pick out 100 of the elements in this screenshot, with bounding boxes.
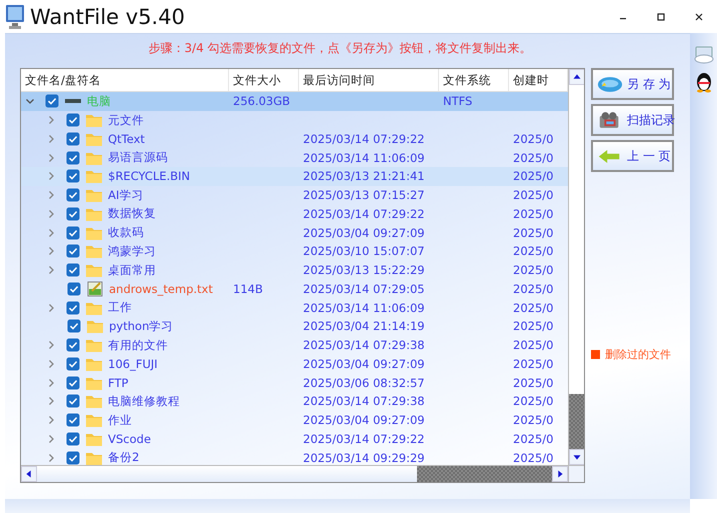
access-time: 2025/03/13 07:15:27 [303, 188, 425, 202]
save-as-button[interactable]: 另 存 为 [591, 68, 674, 100]
file-name: androws_temp.txt [109, 282, 213, 296]
creation-time: 2025/0 [513, 432, 554, 446]
file-row[interactable]: 桌面常用 2025/03/13 15:22:29 2025/0 [21, 260, 568, 280]
access-time: 2025/03/14 07:29:38 [303, 338, 425, 352]
file-row[interactable]: 电脑维修教程 2025/03/14 07:29:38 2025/0 [21, 392, 568, 411]
expand-chevron-icon[interactable] [49, 341, 54, 350]
checkbox[interactable] [67, 282, 81, 296]
expand-chevron-icon[interactable] [49, 454, 54, 462]
file-row[interactable]: 数据恢复 2025/03/14 07:29:22 2025/0 [21, 204, 568, 224]
expand-chevron-icon[interactable] [49, 247, 54, 256]
file-row[interactable]: 工作 2025/03/14 11:06:09 2025/0 [21, 298, 568, 317]
maximize-icon[interactable] [655, 10, 667, 22]
file-name: 106_FUJI [108, 356, 158, 371]
checkbox[interactable] [45, 94, 59, 108]
access-time: 2025/03/13 15:22:29 [303, 263, 425, 278]
file-name: 收款码 [108, 225, 144, 240]
scroll-up-icon[interactable] [569, 69, 584, 85]
creation-time: 2025/0 [513, 282, 554, 296]
access-time: 2025/03/14 07:29:22 [303, 432, 425, 446]
folder-icon [85, 243, 103, 260]
expand-chevron-icon[interactable] [49, 154, 54, 162]
file-row[interactable]: 鸿蒙学习 2025/03/10 15:07:07 2025/0 [21, 242, 568, 261]
creation-time: 2025/0 [513, 169, 554, 184]
file-row[interactable]: QtText 2025/03/14 07:29:22 2025/0 [21, 130, 568, 148]
scroll-down-icon[interactable] [569, 449, 584, 465]
checkbox[interactable] [66, 394, 80, 408]
file-row[interactable]: VScode 2025/03/14 07:29:22 2025/0 [21, 430, 568, 448]
file-row[interactable]: python学习 2025/03/04 21:14:19 2025/0 [21, 317, 568, 336]
file-row[interactable]: androws_temp.txt 114B 2025/03/14 07:29:05 2025/0 [21, 280, 568, 298]
checkbox[interactable] [66, 356, 80, 371]
file-name: FTP [108, 376, 128, 390]
file-name: 有用的文件 [108, 338, 168, 353]
access-time: 2025/03/14 07:29:22 [303, 132, 425, 146]
checkbox[interactable] [66, 263, 80, 278]
file-row[interactable]: 收款码 2025/03/04 09:27:09 2025/0 [21, 223, 568, 242]
file-row[interactable]: FTP 2025/03/06 08:32:57 2025/0 [21, 373, 568, 392]
expand-chevron-icon[interactable] [49, 134, 54, 143]
expand-chevron-icon[interactable] [49, 304, 54, 312]
file-name: 桌面常用 [108, 262, 156, 278]
creation-time: 2025/0 [513, 150, 554, 165]
checkbox[interactable] [66, 450, 80, 465]
expand-chevron-icon[interactable] [49, 266, 54, 274]
back-button[interactable]: 上 一 页 [591, 140, 674, 172]
file-row[interactable]: 元文件 [21, 110, 568, 130]
expand-chevron-icon[interactable] [49, 172, 54, 180]
expand-chevron-icon[interactable] [49, 416, 54, 424]
column-header[interactable]: 文件名/盘符名 [21, 69, 229, 91]
creation-time: 2025/0 [513, 132, 554, 146]
access-time: 2025/03/14 11:06:09 [303, 150, 425, 165]
checkbox[interactable] [67, 319, 81, 334]
scroll-left-icon[interactable] [21, 466, 37, 482]
checkbox[interactable] [66, 150, 80, 165]
vertical-scrollbar[interactable] [568, 69, 584, 482]
checkbox[interactable] [66, 132, 80, 146]
checkbox[interactable] [66, 244, 80, 258]
checkbox[interactable] [66, 206, 80, 221]
file-size: 114B [233, 282, 263, 296]
file-row[interactable]: 电脑 256.03GB NTFS [21, 92, 568, 111]
checkbox[interactable] [66, 413, 80, 428]
collapse-chevron-icon[interactable] [26, 98, 34, 104]
window-title: WantFile v5.40 [30, 4, 186, 28]
expand-chevron-icon[interactable] [49, 191, 54, 200]
column-header[interactable]: 最后访问时间 [299, 69, 439, 91]
scroll-right-icon[interactable] [552, 466, 568, 482]
checkbox[interactable] [66, 338, 80, 352]
step-instruction: 步骤：3/4 勾选需要恢复的文件，点《另存为》按钮，将文件复制出来。 [148, 41, 532, 55]
checkbox[interactable] [66, 226, 80, 240]
file-row[interactable]: AI学习 2025/03/13 07:15:27 2025/0 [21, 186, 568, 204]
drive-icon [64, 99, 82, 104]
checkbox[interactable] [66, 188, 80, 202]
checkbox[interactable] [66, 169, 80, 184]
file-row[interactable]: 有用的文件 2025/03/14 07:29:38 2025/0 [21, 336, 568, 354]
expand-chevron-icon[interactable] [49, 116, 54, 124]
creation-time: 2025/0 [513, 413, 554, 428]
checkbox[interactable] [66, 376, 80, 390]
close-icon[interactable] [693, 10, 705, 22]
file-row[interactable]: 备份2 2025/03/14 09:29:29 2025/0 [21, 448, 568, 465]
expand-chevron-icon[interactable] [49, 228, 54, 237]
checkbox[interactable] [66, 113, 80, 128]
file-row[interactable]: 106_FUJI 2025/03/04 09:27:09 2025/0 [21, 354, 568, 374]
expand-chevron-icon[interactable] [49, 378, 54, 387]
checkbox[interactable] [66, 300, 80, 315]
horizontal-scrollbar[interactable] [21, 465, 568, 482]
expand-chevron-icon[interactable] [49, 397, 54, 406]
expand-chevron-icon[interactable] [49, 360, 54, 368]
folder-icon [85, 112, 103, 128]
file-row[interactable]: 易语言源码 2025/03/14 11:06:09 2025/0 [21, 148, 568, 167]
checkbox[interactable] [66, 432, 80, 446]
expand-chevron-icon[interactable] [49, 210, 54, 218]
file-name: VScode [108, 432, 151, 446]
file-row[interactable]: 作业 2025/03/04 09:27:09 2025/0 [21, 410, 568, 430]
expand-chevron-icon[interactable] [49, 434, 54, 443]
folder-icon [85, 187, 103, 204]
column-header[interactable]: 文件大小 [229, 69, 299, 91]
file-row[interactable]: $RECYCLE.BIN 2025/03/13 21:21:41 2025/0 [21, 167, 568, 186]
scan-records-button[interactable]: 扫描记录 [591, 104, 674, 136]
column-header[interactable]: 文件系统 [439, 69, 509, 91]
creation-time: 2025/0 [513, 188, 554, 202]
